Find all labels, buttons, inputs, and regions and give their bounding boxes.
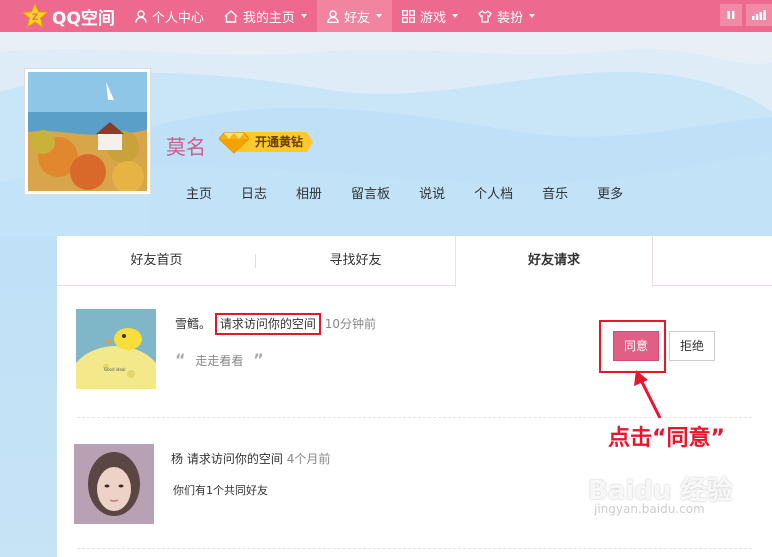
chevron-down-icon bbox=[451, 14, 458, 18]
chevron-down-icon bbox=[375, 14, 382, 18]
person-icon bbox=[135, 9, 147, 23]
annotation-arrow-icon bbox=[634, 370, 662, 419]
bars-icon bbox=[752, 10, 766, 20]
request-info: 杨 请求访问你的空间 4个月前 bbox=[171, 450, 330, 467]
nav-label: 装扮 bbox=[496, 10, 523, 26]
watermark-url: jingyan.baidu.com bbox=[594, 502, 705, 516]
request-info: 雪鳕。 请求访问你的空间 10分钟前 bbox=[175, 313, 376, 335]
requester-name[interactable]: 杨 bbox=[171, 452, 183, 466]
subnav-blog[interactable]: 日志 bbox=[241, 183, 267, 202]
pause-icon bbox=[727, 11, 735, 19]
request-time: 4个月前 bbox=[286, 452, 331, 466]
reject-button[interactable]: 拒绝 bbox=[669, 331, 715, 361]
quote-close-icon: ” bbox=[253, 350, 264, 369]
subnav-music[interactable]: 音乐 bbox=[542, 183, 568, 202]
chevron-down-icon bbox=[300, 14, 307, 18]
top-right-tools bbox=[716, 4, 772, 26]
annotation-text: 点击“同意” bbox=[608, 426, 725, 451]
grid-icon bbox=[402, 9, 415, 23]
friend-tabs: 好友首页 寻找好友 好友请求 bbox=[57, 236, 772, 287]
nav-games[interactable]: 游戏 bbox=[392, 0, 468, 32]
divider bbox=[77, 548, 752, 549]
subnav-guestbook[interactable]: 留言板 bbox=[351, 183, 390, 202]
quote-open-icon: “ bbox=[175, 350, 186, 369]
qzone-logo[interactable]: Z QQ空间 bbox=[0, 0, 125, 32]
profile-subnav: 主页 日志 相册 留言板 说说 个人档 音乐 更多 bbox=[186, 183, 652, 202]
requester-name[interactable]: 雪鳕。 bbox=[175, 317, 211, 331]
request-avatar[interactable]: Good ideal bbox=[76, 309, 156, 389]
request-action: 请求访问你的空间 bbox=[186, 452, 283, 466]
request-note: 你们有1个共同好友 bbox=[173, 484, 268, 497]
home-icon bbox=[224, 9, 238, 23]
request-action: 请求访问你的空间 bbox=[214, 313, 321, 335]
logo-text: QQ空间 bbox=[52, 8, 115, 29]
request-note-row: “ 走走看看 ” bbox=[175, 350, 264, 369]
agree-button[interactable]: 同意 bbox=[613, 331, 659, 361]
profile-avatar[interactable] bbox=[24, 68, 151, 195]
nav-label: 我的主页 bbox=[242, 10, 295, 26]
top-nav-bar: Z QQ空间 个人中心 我的主页 好友 游戏 装扮 bbox=[0, 0, 772, 32]
nav-friends[interactable]: 好友 bbox=[316, 0, 392, 32]
tab-friend-requests[interactable]: 好友请求 bbox=[455, 236, 653, 287]
avatar-caption: Good ideal bbox=[104, 367, 125, 372]
subnav-album[interactable]: 相册 bbox=[296, 183, 322, 202]
subnav-profile[interactable]: 个人档 bbox=[474, 183, 513, 202]
request-avatar[interactable] bbox=[74, 444, 154, 524]
nav-label: 个人中心 bbox=[151, 10, 204, 26]
chevron-down-icon bbox=[528, 14, 535, 18]
request-time: 10分钟前 bbox=[324, 317, 376, 331]
friend-icon bbox=[327, 9, 339, 23]
svg-text:Z: Z bbox=[32, 13, 39, 23]
subnav-shuoshuo[interactable]: 说说 bbox=[419, 183, 445, 202]
vip-badge[interactable]: 开通黄钻 bbox=[219, 130, 314, 154]
nav-label: 好友 bbox=[343, 10, 370, 26]
nav-my-homepage[interactable]: 我的主页 bbox=[214, 0, 317, 32]
pause-button[interactable] bbox=[720, 4, 742, 26]
nav-personal-center[interactable]: 个人中心 bbox=[125, 0, 214, 32]
star-logo-icon: Z bbox=[21, 2, 49, 29]
shirt-icon bbox=[478, 9, 492, 23]
diamond-icon bbox=[219, 132, 249, 154]
subnav-home[interactable]: 主页 bbox=[186, 183, 212, 202]
tab-find-friends[interactable]: 寻找好友 bbox=[256, 236, 455, 285]
nav-label: 游戏 bbox=[419, 10, 446, 26]
profile-username[interactable]: 莫名 bbox=[166, 131, 206, 160]
signal-button[interactable] bbox=[746, 4, 772, 26]
nav-dress-up[interactable]: 装扮 bbox=[468, 0, 545, 32]
request-note: 走走看看 bbox=[195, 354, 244, 368]
tab-friends-home[interactable]: 好友首页 bbox=[57, 236, 256, 285]
subnav-more[interactable]: 更多 bbox=[597, 183, 623, 202]
